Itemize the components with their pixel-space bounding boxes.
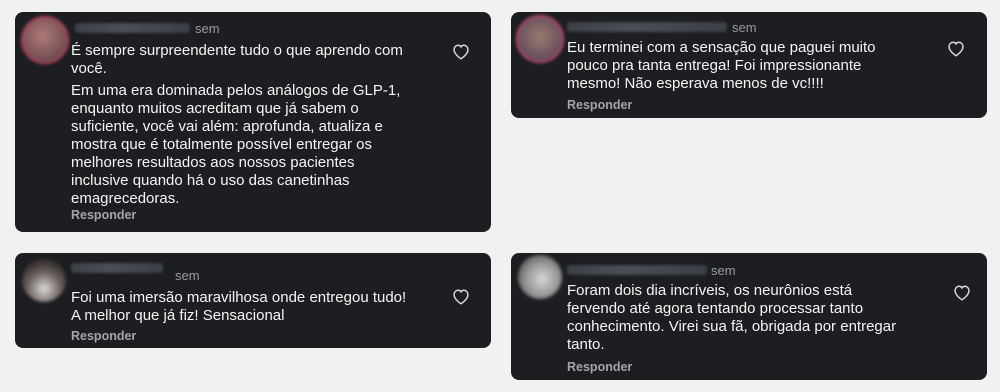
avatar[interactable] — [518, 255, 562, 299]
comment-text: Foram dois dia incríveis, os neurônios e… — [567, 282, 897, 353]
comment-text: Em uma era dominada pelos análogos de GL… — [71, 82, 401, 207]
username[interactable] — [71, 263, 163, 273]
reply-button[interactable]: Responder — [567, 360, 632, 374]
comment-card: sem É sempre surpreendente tudo o que ap… — [15, 12, 491, 232]
comment-timestamp: sem — [711, 263, 736, 278]
heart-outline-icon[interactable] — [451, 42, 471, 60]
comment-card: sem Foram dois dia incríveis, os neurôni… — [511, 253, 987, 380]
username[interactable] — [75, 23, 190, 33]
comment-text: É sempre surpreendente tudo o que aprend… — [71, 42, 403, 77]
comment-timestamp: sem — [732, 20, 757, 35]
username[interactable] — [567, 22, 727, 32]
avatar[interactable] — [518, 17, 562, 61]
comment-timestamp: sem — [175, 268, 200, 283]
avatar[interactable] — [23, 18, 67, 62]
comment-text: Foi uma imersão maravilhosa onde entrego… — [71, 289, 407, 324]
heart-outline-icon[interactable] — [451, 287, 471, 305]
comment-card: sem Eu terminei com a sensação que pague… — [511, 12, 987, 118]
reply-button[interactable]: Responder — [71, 208, 136, 222]
heart-outline-icon[interactable] — [952, 283, 972, 301]
reply-button[interactable]: Responder — [567, 98, 632, 112]
reply-button[interactable]: Responder — [71, 329, 136, 343]
comment-text: Eu terminei com a sensação que paguei mu… — [567, 39, 876, 92]
comment-card: sem Foi uma imersão maravilhosa onde ent… — [15, 253, 491, 348]
username[interactable] — [567, 265, 707, 275]
comment-timestamp: sem — [195, 21, 220, 36]
heart-outline-icon[interactable] — [946, 39, 966, 57]
avatar[interactable] — [22, 258, 66, 302]
